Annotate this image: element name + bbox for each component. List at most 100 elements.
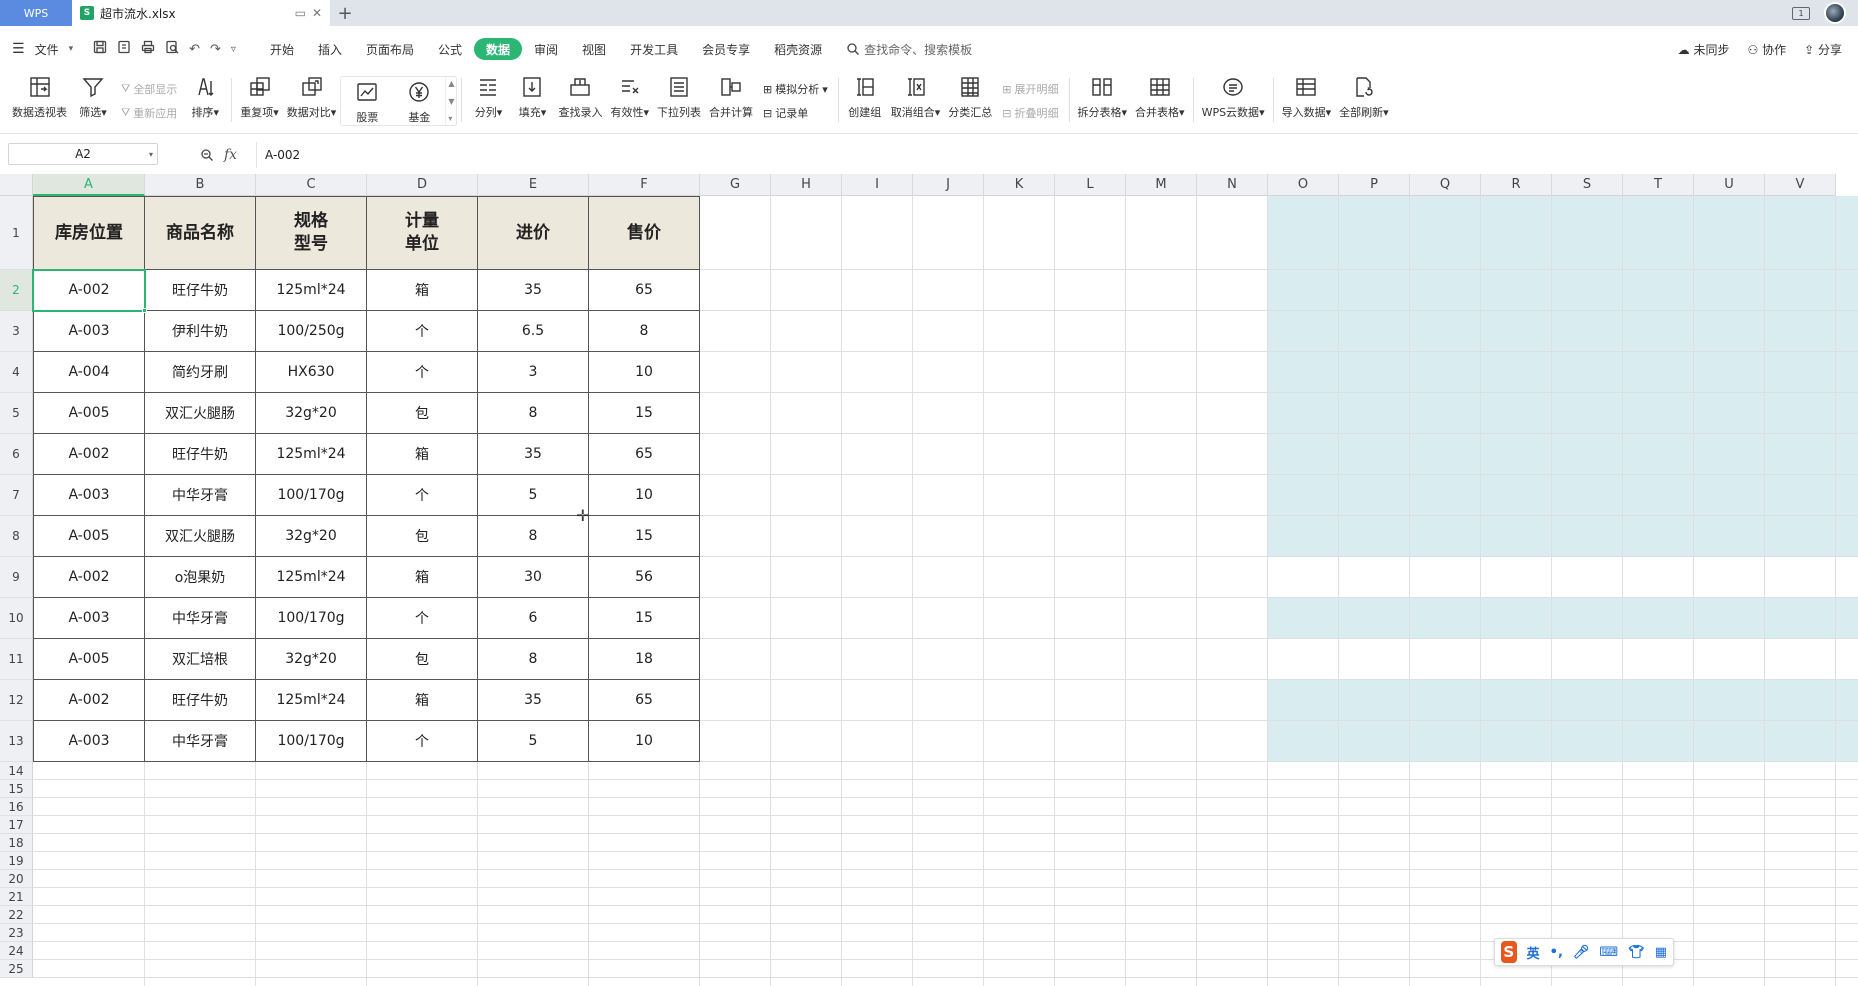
table-cell[interactable]: A-003 — [33, 475, 145, 516]
table-cell[interactable]: A-002 — [33, 434, 145, 475]
table-cell[interactable]: 旺仔牛奶 — [145, 434, 256, 475]
consolidate-button[interactable]: 合并计算 — [705, 72, 757, 130]
stock-button[interactable]: 股票 — [341, 77, 393, 125]
table-cell[interactable]: 100/170g — [256, 598, 367, 639]
table-cell[interactable]: 65 — [589, 434, 700, 475]
table-cell[interactable]: 125ml*24 — [256, 270, 367, 311]
table-cell[interactable]: A-003 — [33, 721, 145, 762]
table-cell[interactable]: 10 — [589, 352, 700, 393]
row-header-22[interactable]: 22 — [0, 906, 33, 924]
ribbon-gallery-scroll[interactable]: ▲ ▼ ▾ — [445, 77, 456, 125]
table-cell[interactable]: 个 — [367, 721, 478, 762]
row-header-16[interactable]: 16 — [0, 798, 33, 816]
menu-tab-2[interactable]: 页面布局 — [354, 38, 426, 60]
column-header-V[interactable]: V — [1765, 174, 1836, 196]
table-cell[interactable]: 35 — [478, 270, 589, 311]
file-tab[interactable]: S 超市流水.xlsx ▭ ✕ — [72, 0, 330, 26]
table-header-cell[interactable]: 售价 — [589, 196, 700, 270]
table-cell[interactable]: 双汇培根 — [145, 639, 256, 680]
table-cell[interactable]: 个 — [367, 475, 478, 516]
column-header-H[interactable]: H — [771, 174, 842, 196]
column-header-A[interactable]: A — [33, 174, 145, 196]
table-cell[interactable]: 旺仔牛奶 — [145, 270, 256, 311]
file-menu[interactable]: 文件 — [35, 41, 59, 58]
formula-input[interactable]: A-002 — [256, 142, 1858, 168]
column-header-C[interactable]: C — [256, 174, 367, 196]
table-cell[interactable]: 100/170g — [256, 721, 367, 762]
row-header-6[interactable]: 6 — [0, 434, 33, 475]
table-cell[interactable]: 18 — [589, 639, 700, 680]
fill-button[interactable]: 填充▾ — [510, 72, 554, 130]
table-cell[interactable]: 包 — [367, 639, 478, 680]
table-cell[interactable]: A-002 — [33, 270, 145, 311]
pivot-table-button[interactable]: 数据透视表 — [8, 72, 71, 130]
split-table-button[interactable]: 拆分表格▾ — [1074, 72, 1132, 130]
command-search[interactable]: 查找命令、搜索模板 — [846, 41, 972, 58]
menu-tab-1[interactable]: 插入 — [306, 38, 354, 60]
sync-status-button[interactable]: ☁ 未同步 — [1678, 41, 1730, 58]
menu-tab-4[interactable]: 数据 — [474, 38, 523, 60]
split-column-button[interactable]: 分列▾ — [466, 72, 510, 130]
row-header-24[interactable]: 24 — [0, 942, 33, 960]
table-cell[interactable]: 32g*20 — [256, 393, 367, 434]
new-tab-plus-icon[interactable]: + — [330, 0, 360, 26]
sort-button[interactable]: 排序▾ — [183, 72, 227, 130]
table-cell[interactable]: 65 — [589, 270, 700, 311]
tab-close-icon[interactable]: ✕ — [312, 6, 322, 20]
table-cell[interactable]: A-002 — [33, 680, 145, 721]
table-cell[interactable]: 中华牙膏 — [145, 721, 256, 762]
table-header-cell[interactable]: 计量 单位 — [367, 196, 478, 270]
menu-tab-3[interactable]: 公式 — [426, 38, 474, 60]
table-cell[interactable]: A-004 — [33, 352, 145, 393]
table-cell[interactable]: 5 — [478, 475, 589, 516]
refresh-all-button[interactable]: 全部刷新▾ — [1335, 72, 1393, 130]
row-header-18[interactable]: 18 — [0, 834, 33, 852]
simulate-analysis-button[interactable]: ⊞ 模拟分析 ▾ — [763, 81, 828, 97]
table-cell[interactable]: o泡果奶 — [145, 557, 256, 598]
menu-tab-8[interactable]: 会员专享 — [690, 38, 762, 60]
column-header-D[interactable]: D — [367, 174, 478, 196]
table-cell[interactable]: 伊利牛奶 — [145, 311, 256, 352]
table-cell[interactable]: 100/170g — [256, 475, 367, 516]
column-header-F[interactable]: F — [589, 174, 700, 196]
table-cell[interactable]: 10 — [589, 475, 700, 516]
row-header-20[interactable]: 20 — [0, 870, 33, 888]
column-header-N[interactable]: N — [1197, 174, 1268, 196]
row-header-7[interactable]: 7 — [0, 475, 33, 516]
collaborate-button[interactable]: ⚇ 协作 — [1748, 41, 1787, 58]
table-cell[interactable]: 100/250g — [256, 311, 367, 352]
column-header-P[interactable]: P — [1339, 174, 1410, 196]
worksheet-grid[interactable]: A B C D E F G H I J K L M N O P Q R S T U V 1 2 3 4 5 6 7 8 9 10 11 12 13 1… — [0, 174, 1858, 986]
wps-cloud-data-button[interactable]: WPS云数据▾ — [1198, 72, 1269, 130]
redo-icon[interactable]: ↷ — [210, 42, 221, 57]
undo-icon[interactable]: ↶ — [189, 42, 200, 57]
table-cell[interactable]: 15 — [589, 598, 700, 639]
merge-table-button[interactable]: 合并表格▾ — [1131, 72, 1189, 130]
row-header-2[interactable]: 2 — [0, 270, 33, 311]
sogou-ime-logo[interactable]: S — [1501, 941, 1517, 963]
microphone-icon[interactable]: 🎤︎ — [1573, 945, 1590, 960]
table-cell[interactable]: 5 — [478, 721, 589, 762]
table-cell[interactable]: 125ml*24 — [256, 434, 367, 475]
row-header-19[interactable]: 19 — [0, 852, 33, 870]
table-cell[interactable]: 3 — [478, 352, 589, 393]
table-header-cell[interactable]: 进价 — [478, 196, 589, 270]
table-header-cell[interactable]: 库房位置 — [33, 196, 145, 270]
table-cell[interactable]: 56 — [589, 557, 700, 598]
create-group-button[interactable]: 创建组 — [843, 72, 887, 130]
save-icon[interactable] — [93, 40, 107, 58]
table-cell[interactable]: 125ml*24 — [256, 680, 367, 721]
chevron-down-icon[interactable]: ▾ — [69, 44, 74, 54]
dropdown-list-button[interactable]: 下拉列表 — [653, 72, 705, 130]
table-cell[interactable]: HX630 — [256, 352, 367, 393]
table-cell[interactable]: A-003 — [33, 311, 145, 352]
table-cell[interactable]: 15 — [589, 393, 700, 434]
print-preview-icon[interactable] — [165, 40, 179, 58]
zoom-formula-icon[interactable] — [200, 148, 214, 162]
table-cell[interactable]: 8 — [589, 311, 700, 352]
name-box[interactable]: A2 ▾ — [8, 143, 158, 165]
row-header-9[interactable]: 9 — [0, 557, 33, 598]
table-cell[interactable]: 双汇火腿肠 — [145, 393, 256, 434]
filter-button[interactable]: 筛选▾ — [71, 72, 115, 130]
table-cell[interactable]: 15 — [589, 516, 700, 557]
